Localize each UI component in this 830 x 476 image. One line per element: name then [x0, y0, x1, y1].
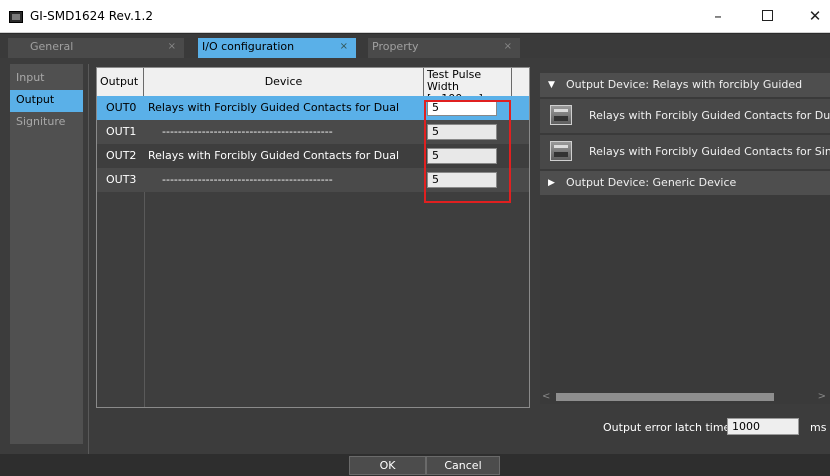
relay-icon	[550, 141, 572, 161]
tab-io-configuration[interactable]: I/O configuration ×	[198, 38, 356, 58]
close-button[interactable]: ✕	[800, 5, 830, 27]
group-header-generic[interactable]: ▶ Output Device: Generic Device	[540, 171, 830, 195]
tab-general-close-icon[interactable]: ×	[168, 38, 176, 56]
tab-general[interactable]: General ×	[8, 38, 184, 58]
sidebar-item-output[interactable]: Output	[10, 90, 83, 112]
output-cell: OUT3	[106, 173, 137, 186]
device-palette: ▼ Output Device: Relays with forcibly Gu…	[540, 73, 830, 393]
highlight-box	[424, 100, 511, 203]
output-cell: OUT0	[106, 101, 137, 114]
maximize-button[interactable]	[752, 5, 782, 27]
tab-strip: General × I/O configuration × Property ×	[0, 34, 830, 58]
scroll-right-icon[interactable]: >	[818, 391, 826, 402]
tab-property-label: Property	[372, 40, 419, 53]
button-bar: OK Cancel	[0, 454, 830, 476]
relay-icon	[550, 105, 572, 125]
sidebar-item-input[interactable]: Input	[10, 68, 83, 90]
output-cell: OUT1	[106, 125, 137, 138]
group-header-relays[interactable]: ▼ Output Device: Relays with forcibly Gu…	[540, 73, 830, 115]
scroll-thumb[interactable]	[556, 393, 774, 401]
latch-time-label: Output error latch time	[603, 421, 731, 434]
cancel-button[interactable]: Cancel	[426, 456, 500, 475]
scroll-left-icon[interactable]: <	[542, 391, 550, 402]
column-header-filler	[512, 68, 529, 96]
test-pulse-width-title: Test Pulse Width	[427, 68, 482, 93]
column-header-output[interactable]: Output	[97, 68, 144, 96]
column-header-device[interactable]: Device	[144, 68, 424, 96]
horizontal-scrollbar[interactable]: < >	[540, 390, 830, 404]
device-item-label: Relays with Forcibly Guided Contacts for…	[589, 145, 830, 158]
title-bar: GI-SMD1624 Rev.1.2 – ✕	[0, 0, 830, 33]
window-title: GI-SMD1624 Rev.1.2	[30, 9, 153, 23]
device-cell[interactable]: ----------------------------------------…	[144, 168, 424, 192]
app-icon	[9, 11, 23, 23]
sidebar-item-signiture[interactable]: Signiture	[10, 112, 83, 134]
main-area: Input Output Signiture Output Device Tes…	[0, 58, 830, 454]
group-title: Output Device: Generic Device	[566, 176, 737, 189]
output-cell: OUT2	[106, 149, 137, 162]
tab-property-close-icon[interactable]: ×	[504, 38, 512, 56]
device-item-label: Relays with Forcibly Guided Contacts for…	[589, 109, 830, 122]
tab-property[interactable]: Property ×	[368, 38, 520, 58]
table-header: Output Device Test Pulse Width [x 100 μs…	[97, 68, 529, 105]
tab-io-configuration-label: I/O configuration	[202, 40, 295, 53]
device-item-single-channel[interactable]: Relays with Forcibly Guided Contacts for…	[540, 135, 830, 169]
device-cell[interactable]: ----------------------------------------…	[144, 120, 424, 144]
tab-general-label: General	[30, 40, 74, 53]
latch-time-input[interactable]: 1000	[727, 418, 799, 435]
device-item-dual-channel[interactable]: Relays with Forcibly Guided Contacts for…	[540, 99, 830, 133]
latch-time-unit: ms	[810, 421, 827, 434]
minimize-button[interactable]: –	[703, 5, 733, 27]
ok-button[interactable]: OK	[349, 456, 426, 475]
column-header-test-pulse-width[interactable]: Test Pulse Width [x 100 μs]	[424, 68, 512, 105]
maximize-icon	[761, 10, 773, 21]
collapsed-icon: ▶	[548, 178, 555, 188]
expanded-icon: ▼	[548, 80, 555, 90]
tab-io-configuration-close-icon[interactable]: ×	[340, 38, 348, 56]
sidebar: Input Output Signiture	[10, 64, 83, 444]
